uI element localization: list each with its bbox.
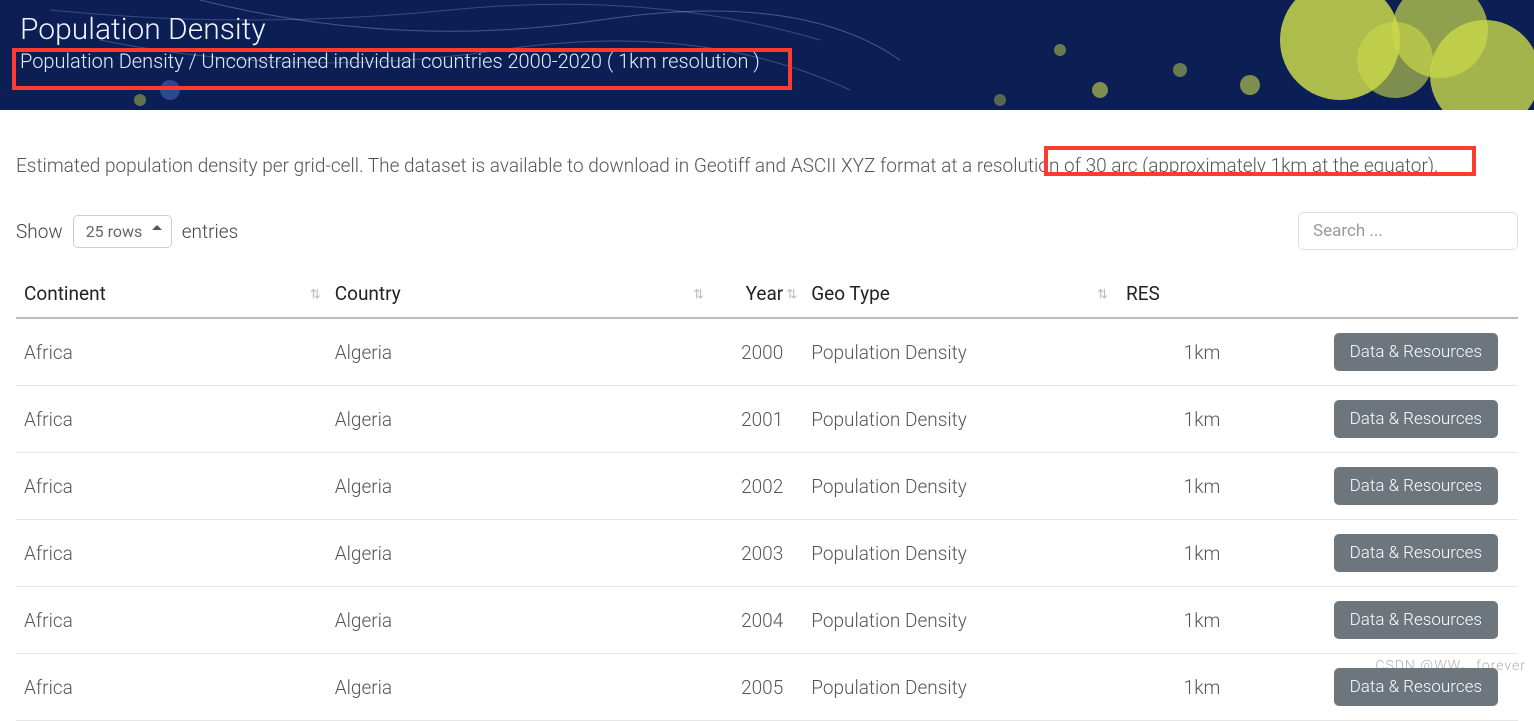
- table-row: AfricaAlgeria2003Population Density1km Da…: [16, 520, 1518, 587]
- cell-continent: Africa: [16, 587, 327, 654]
- cell-continent: Africa: [16, 318, 327, 386]
- data-resources-button[interactable]: Data & Resources: [1334, 668, 1498, 706]
- sort-icon: ⇅: [786, 287, 795, 302]
- cell-country: Algeria: [327, 587, 710, 654]
- th-continent[interactable]: Continent⇅: [16, 272, 327, 318]
- cell-continent: Africa: [16, 386, 327, 453]
- table-row: AfricaAlgeria2004Population Density1km Da…: [16, 587, 1518, 654]
- cell-geo: Population Density: [803, 520, 1114, 587]
- search-input[interactable]: [1298, 212, 1518, 250]
- data-resources-button[interactable]: Data & Resources: [1334, 601, 1498, 639]
- data-table: Continent⇅ Country⇅ Year⇅ Geo Type⇅ RES …: [16, 272, 1518, 721]
- cell-year: 2003: [710, 520, 803, 587]
- sort-icon: ⇅: [693, 287, 702, 302]
- cell-res: 1km: [1114, 386, 1290, 453]
- cell-res: 1km: [1114, 318, 1290, 386]
- cell-res: 1km: [1114, 520, 1290, 587]
- cell-geo: Population Density: [803, 587, 1114, 654]
- table-row: AfricaAlgeria2001Population Density1km Da…: [16, 386, 1518, 453]
- page-description: Estimated population density per grid-ce…: [16, 150, 1516, 182]
- cell-year: 2001: [710, 386, 803, 453]
- sort-icon: ⇅: [1097, 287, 1106, 302]
- th-country[interactable]: Country⇅: [327, 272, 710, 318]
- th-res: RES: [1114, 272, 1290, 318]
- cell-geo: Population Density: [803, 386, 1114, 453]
- cell-continent: Africa: [16, 654, 327, 721]
- th-action: [1290, 272, 1518, 318]
- cell-geo: Population Density: [803, 453, 1114, 520]
- th-geo[interactable]: Geo Type⇅: [803, 272, 1114, 318]
- entries-label: entries: [182, 220, 239, 243]
- cell-year: 2005: [710, 654, 803, 721]
- table-row: AfricaAlgeria2005Population Density1km Da…: [16, 654, 1518, 721]
- table-row: AfricaAlgeria2000Population Density1km Da…: [16, 318, 1518, 386]
- page-title: Population Density: [20, 12, 1514, 47]
- cell-res: 1km: [1114, 453, 1290, 520]
- cell-country: Algeria: [327, 453, 710, 520]
- cell-country: Algeria: [327, 654, 710, 721]
- breadcrumb: Population Density / Unconstrained indiv…: [20, 49, 1514, 73]
- cell-year: 2000: [710, 318, 803, 386]
- cell-geo: Population Density: [803, 318, 1114, 386]
- cell-res: 1km: [1114, 654, 1290, 721]
- sort-icon: ⇅: [310, 287, 319, 302]
- cell-country: Algeria: [327, 318, 710, 386]
- cell-year: 2004: [710, 587, 803, 654]
- data-resources-button[interactable]: Data & Resources: [1334, 467, 1498, 505]
- data-resources-button[interactable]: Data & Resources: [1334, 333, 1498, 371]
- show-label: Show: [16, 220, 63, 243]
- cell-year: 2002: [710, 453, 803, 520]
- cell-continent: Africa: [16, 520, 327, 587]
- cell-geo: Population Density: [803, 654, 1114, 721]
- cell-country: Algeria: [327, 386, 710, 453]
- data-resources-button[interactable]: Data & Resources: [1334, 400, 1498, 438]
- cell-country: Algeria: [327, 520, 710, 587]
- table-row: AfricaAlgeria2002Population Density1km Da…: [16, 453, 1518, 520]
- data-resources-button[interactable]: Data & Resources: [1334, 534, 1498, 572]
- cell-res: 1km: [1114, 587, 1290, 654]
- hero-banner: Population Density Population Density / …: [0, 0, 1534, 110]
- th-year[interactable]: Year⇅: [710, 272, 803, 318]
- cell-continent: Africa: [16, 453, 327, 520]
- rows-select[interactable]: 25 rows: [73, 215, 172, 248]
